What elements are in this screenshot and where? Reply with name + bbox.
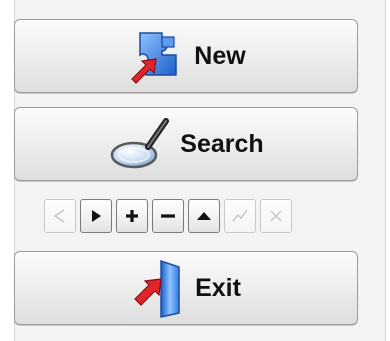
nav-edit-button[interactable] [188,199,220,233]
cross-icon [266,206,286,226]
triangle-right-icon [86,206,106,226]
new-button-label: New [194,41,246,70]
nav-prior-button[interactable] [44,199,76,233]
triangle-up-icon [194,206,214,226]
plus-icon [122,206,142,226]
checkmark-icon [230,206,250,226]
magnifier-icon [108,111,174,177]
exit-door-icon [131,255,185,321]
search-button-label: Search [180,129,264,158]
new-record-icon [126,23,192,89]
triangle-left-icon [50,206,70,226]
nav-post-button[interactable] [224,199,256,233]
minus-icon [158,206,178,226]
nav-next-button[interactable] [80,199,112,233]
nav-delete-button[interactable] [152,199,184,233]
exit-button-label: Exit [195,273,241,302]
search-button[interactable]: Search [14,107,358,181]
new-button[interactable]: New [14,19,358,93]
nav-cancel-button[interactable] [260,199,292,233]
record-navigator [44,199,292,235]
exit-button[interactable]: Exit [14,251,358,325]
nav-insert-button[interactable] [116,199,148,233]
